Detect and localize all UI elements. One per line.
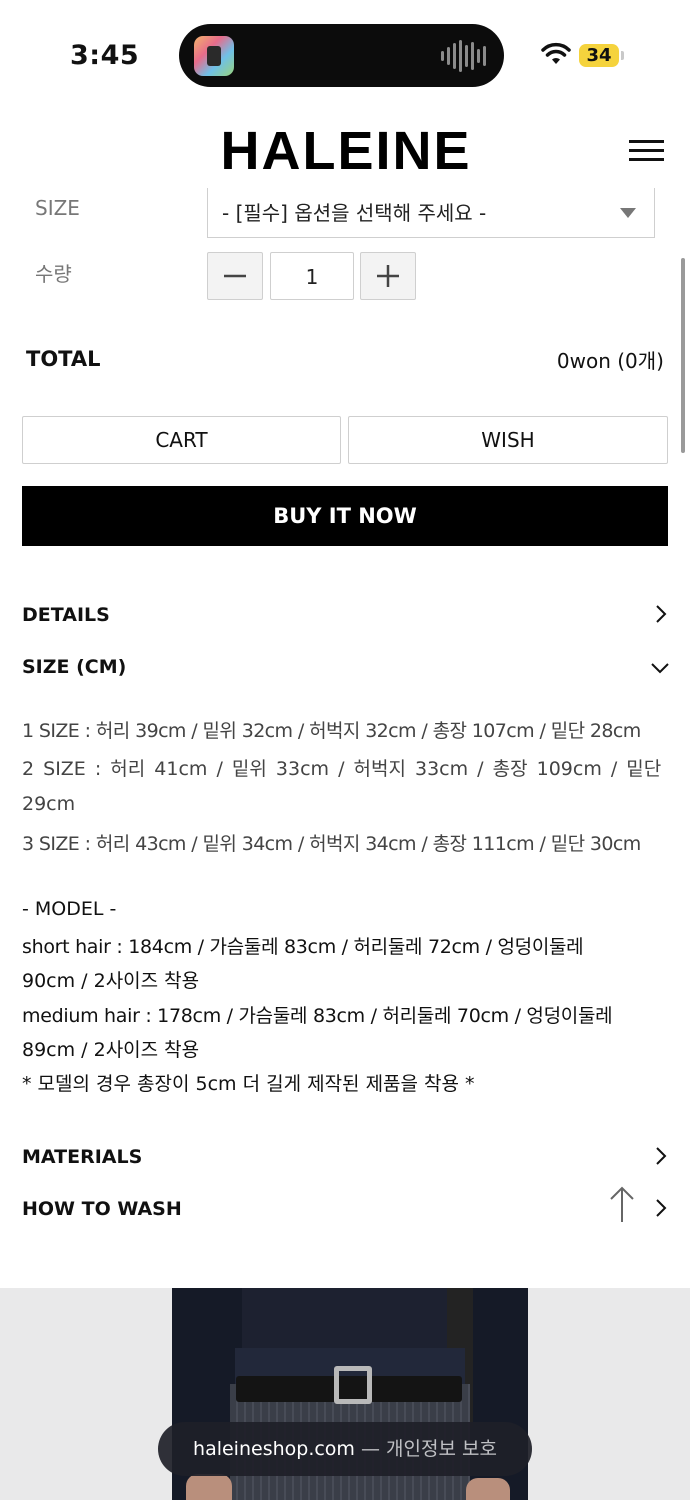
quantity-increase-button[interactable]: [360, 252, 416, 300]
wifi-icon: [541, 42, 571, 64]
total-label: TOTAL: [26, 347, 101, 371]
total-value: 0won (0개): [556, 349, 664, 373]
minus-icon: [224, 274, 246, 278]
battery-icon: 34: [579, 44, 619, 67]
audio-waveform-icon: [441, 40, 486, 72]
photo-belt-buckle: [334, 1366, 372, 1404]
model-heading: - MODEL -: [22, 898, 117, 920]
size-info-line: 2 SIZE : 허리 41cm / 밑위 33cm / 허벅지 33cm / …: [22, 758, 662, 780]
size-select-value: - [필수] 옵션을 선택해 주세요 -: [222, 201, 487, 225]
plus-icon: [377, 265, 399, 287]
photo-right-hand: [466, 1478, 510, 1500]
model-info-line: medium hair : 178cm / 가슴둘레 83cm / 허리둘레 7…: [22, 1005, 613, 1027]
wish-button[interactable]: WISH: [348, 416, 668, 464]
how-to-wash-section-toggle[interactable]: HOW TO WASH: [22, 1198, 182, 1220]
url-host: haleineshop.com: [193, 1438, 355, 1460]
size-cm-section-toggle[interactable]: SIZE (CM): [22, 656, 126, 678]
scroll-to-top-icon[interactable]: [608, 1186, 636, 1224]
quantity-decrease-button[interactable]: [207, 252, 263, 300]
materials-section-toggle[interactable]: MATERIALS: [22, 1146, 142, 1168]
buy-now-button[interactable]: BUY IT NOW: [22, 486, 668, 546]
photo-left-hand: [186, 1474, 232, 1500]
size-option-label: SIZE: [35, 196, 80, 220]
url-privacy-label: — 개인정보 보호: [354, 1438, 497, 1460]
size-info-line: 1 SIZE : 허리 39cm / 밑위 32cm / 허벅지 32cm / …: [22, 720, 641, 742]
model-info-line: 89cm / 2사이즈 착용: [22, 1039, 200, 1061]
brand-logo[interactable]: HALEINE: [196, 122, 496, 180]
now-playing-app-icon: [194, 36, 234, 76]
model-info-line: short hair : 184cm / 가슴둘레 83cm / 허리둘레 72…: [22, 936, 584, 958]
status-time: 3:45: [70, 40, 140, 71]
quantity-label: 수량: [35, 262, 72, 286]
size-select[interactable]: - [필수] 옵션을 선택해 주세요 -: [207, 188, 655, 238]
cart-button[interactable]: CART: [22, 416, 341, 464]
chevron-right-icon[interactable]: [650, 1198, 670, 1218]
size-info-line: 29cm: [22, 793, 76, 815]
details-section-toggle[interactable]: DETAILS: [22, 604, 110, 626]
status-bar: 3:45 34: [0, 0, 690, 110]
quantity-input[interactable]: 1: [270, 252, 354, 300]
chevron-right-icon[interactable]: [650, 1146, 670, 1166]
dropdown-arrow-icon: [620, 208, 636, 218]
battery-tip: [621, 51, 624, 60]
model-info-line: 90cm / 2사이즈 착용: [22, 970, 200, 992]
dynamic-island[interactable]: [179, 24, 504, 87]
scrollbar[interactable]: [681, 258, 685, 453]
model-note: * 모델의 경우 총장이 5cm 더 길게 제작된 제품을 착용 *: [22, 1073, 475, 1095]
hamburger-menu-icon[interactable]: [629, 140, 664, 162]
browser-address-bar[interactable]: haleineshop.com — 개인정보 보호: [158, 1422, 532, 1476]
chevron-down-icon[interactable]: [650, 658, 670, 678]
chevron-right-icon[interactable]: [650, 604, 670, 624]
size-info-line: 3 SIZE : 허리 43cm / 밑위 34cm / 허벅지 34cm / …: [22, 833, 641, 855]
